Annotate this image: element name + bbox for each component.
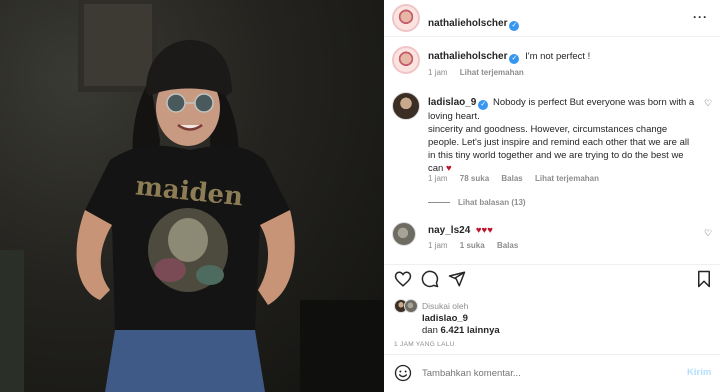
caption-username[interactable]: nathalieholscher <box>428 51 507 62</box>
input-divider <box>384 354 720 355</box>
caption-time[interactable]: 1 jam <box>428 68 448 77</box>
comment-username[interactable]: ladislao_9 <box>428 97 476 108</box>
comment-text-line: people. Let's just inspire and remind ea… <box>428 137 690 148</box>
heart-emoji: ♥ <box>445 163 452 174</box>
liked-by-label: Disukai oleh <box>422 301 469 311</box>
verified-icon: ✓ <box>478 100 489 110</box>
view-replies-label: Lihat balasan (13) <box>458 198 526 207</box>
comment-icon[interactable] <box>421 270 439 288</box>
bookmark-icon[interactable] <box>696 270 712 288</box>
post-timestamp[interactable]: 1 JAM YANG LALU <box>394 341 455 348</box>
comment-likes[interactable]: 78 suka <box>460 174 489 183</box>
view-replies-link[interactable]: Lihat balasan (13) <box>428 198 526 207</box>
commenter-avatar[interactable] <box>392 222 416 246</box>
comment-text-line: loving heart. <box>428 111 480 122</box>
post-photo: maiden <box>0 0 384 392</box>
replies-line <box>428 202 450 204</box>
comment-username[interactable]: nay_ls24 <box>428 225 470 236</box>
comment-text-line: can <box>428 163 444 174</box>
header-divider <box>384 36 720 37</box>
caption-avatar[interactable] <box>392 46 420 74</box>
comment-reply-button[interactable]: Balas <box>501 174 522 183</box>
verified-icon: ✓ <box>509 21 520 31</box>
comment-like-heart-icon[interactable]: ♡ <box>704 98 712 109</box>
author-avatar[interactable] <box>392 4 420 32</box>
comment-reply-button[interactable]: Balas <box>497 241 518 250</box>
comment-time[interactable]: 1 jam <box>428 174 448 183</box>
comment-likes[interactable]: 1 suka <box>460 241 485 250</box>
photo-illustration: maiden <box>0 0 384 392</box>
comment-input[interactable] <box>422 364 672 382</box>
comment-text-line: sincerity and goodness. However, circums… <box>428 124 668 135</box>
comment-text: ♥♥♥ <box>475 225 493 236</box>
caption-translate-link[interactable]: Lihat terjemahan <box>460 68 524 77</box>
comment-translate-link[interactable]: Lihat terjemahan <box>535 174 599 183</box>
post-comment-button[interactable]: Kirim <box>687 367 711 378</box>
share-icon[interactable] <box>448 270 466 288</box>
more-icon[interactable]: ··· <box>693 10 708 24</box>
comment-text-line: Nobody is perfect But everyone was born … <box>493 97 695 108</box>
actions-divider <box>384 264 720 265</box>
heart-icon[interactable] <box>394 270 412 288</box>
liked-by-user[interactable]: ladislao_9 <box>422 313 468 324</box>
verified-icon: ✓ <box>509 54 520 64</box>
comment-time[interactable]: 1 jam <box>428 241 448 250</box>
liker-avatar[interactable] <box>404 299 418 313</box>
header-username[interactable]: nathalieholscher <box>428 18 507 29</box>
emoji-icon[interactable] <box>394 364 412 382</box>
post-details-panel: nathalieholscher ✓ ··· nathalieholscher ✓ … <box>384 0 720 392</box>
caption-text: I'm not perfect ! <box>525 51 591 62</box>
comment-text-line: in this tiny world together and we are t… <box>428 150 684 161</box>
comment-body: ladislao_9 ✓ Nobody is perfect But everyo… <box>428 96 696 175</box>
likes-and-label: dan <box>422 325 438 336</box>
commenter-avatar[interactable] <box>392 92 420 120</box>
comment-like-heart-icon[interactable]: ♡ <box>704 228 712 239</box>
likes-others-count[interactable]: 6.421 lainnya <box>441 325 500 336</box>
